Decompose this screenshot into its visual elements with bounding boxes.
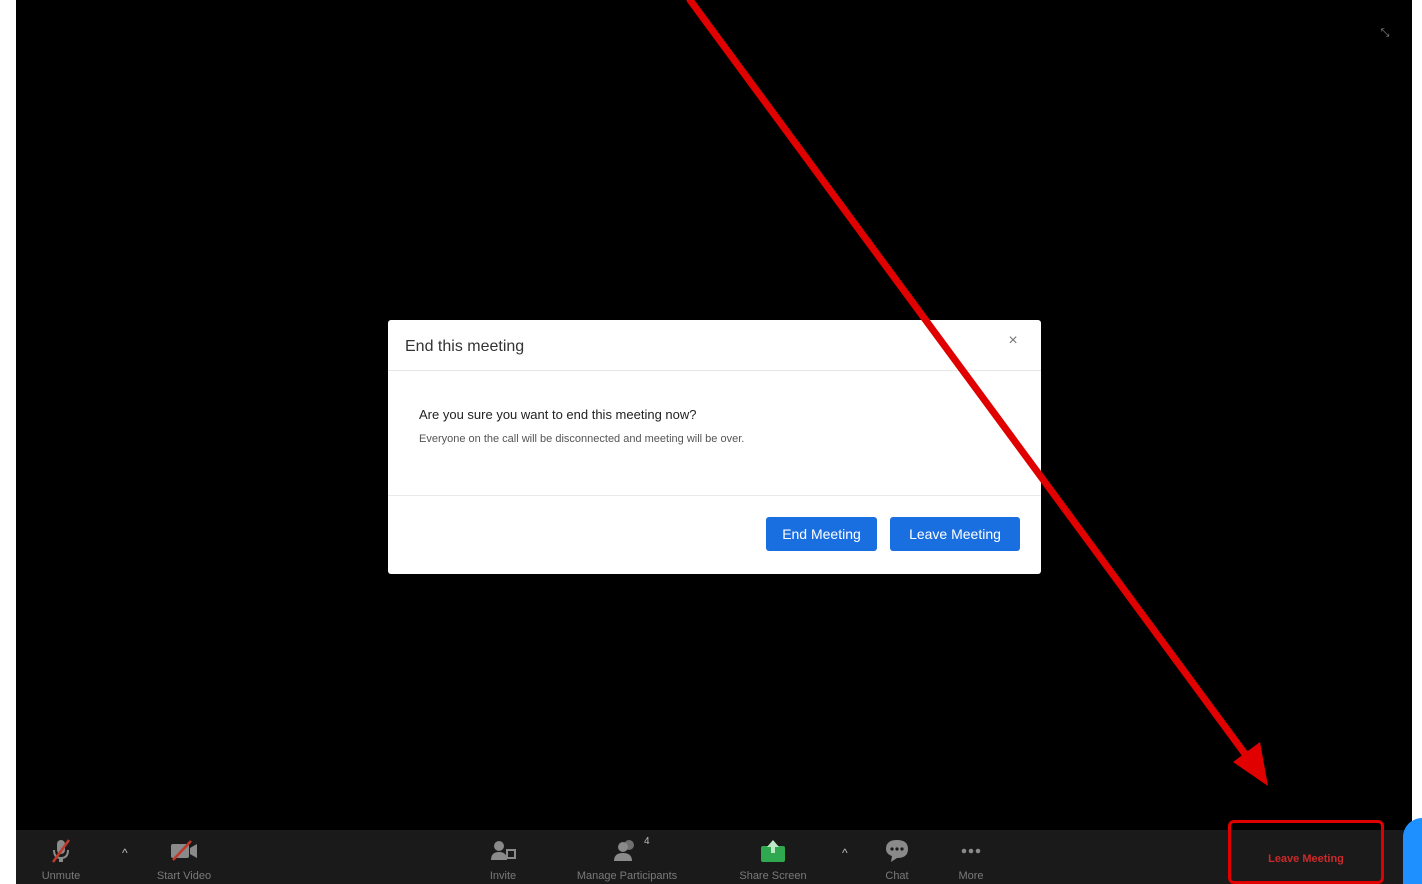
- dialog-title: End this meeting: [405, 338, 525, 355]
- microphone-muted-icon: [51, 839, 71, 863]
- unmute-label: Unmute: [41, 870, 81, 882]
- toolbar-leave-meeting-button[interactable]: Leave Meeting: [1228, 820, 1384, 884]
- dialog-header: End this meeting ×: [388, 320, 1041, 371]
- exit-fullscreen-icon[interactable]: ⤡: [1378, 26, 1392, 40]
- end-meeting-dialog: End this meeting × Are you sure you want…: [388, 320, 1041, 574]
- chat-icon: [886, 840, 908, 862]
- meeting-video-area: ⤡ End this meeting × Are you sure you wa…: [16, 0, 1412, 884]
- toolbar-leave-meeting-label: Leave Meeting: [1268, 853, 1344, 865]
- share-screen-button[interactable]: Share Screen: [728, 830, 818, 884]
- participants-label: Manage Participants: [576, 870, 678, 882]
- end-meeting-button[interactable]: End Meeting: [766, 517, 877, 551]
- video-off-icon: [171, 840, 197, 861]
- participants-count: 4: [644, 836, 650, 847]
- audio-options-caret[interactable]: ^: [122, 846, 128, 860]
- manage-participants-button[interactable]: 4 Manage Participants: [560, 830, 694, 884]
- meeting-toolbar: Unmute ^ Start Video Invite 4 Manage Par…: [16, 830, 1412, 884]
- invite-label: Invite: [489, 870, 517, 882]
- more-button[interactable]: More: [946, 830, 996, 884]
- share-screen-icon: [761, 840, 785, 862]
- unmute-button[interactable]: Unmute: [36, 830, 86, 884]
- more-icon: [961, 848, 981, 854]
- close-icon[interactable]: ×: [1005, 332, 1021, 350]
- chat-label: Chat: [885, 870, 909, 882]
- start-video-label: Start Video: [156, 870, 212, 882]
- start-video-button[interactable]: Start Video: [148, 830, 220, 884]
- share-options-caret[interactable]: ^: [842, 846, 848, 860]
- dialog-body: Are you sure you want to end this meetin…: [388, 371, 1041, 496]
- dialog-detail: Everyone on the call will be disconnecte…: [419, 433, 745, 445]
- more-label: More: [958, 870, 984, 882]
- dialog-footer: End Meeting Leave Meeting: [388, 496, 1041, 574]
- invite-button[interactable]: Invite: [478, 830, 528, 884]
- chat-button[interactable]: Chat: [872, 830, 922, 884]
- participants-icon: [614, 840, 634, 861]
- invite-icon: [491, 841, 516, 860]
- corner-accent: [1403, 818, 1422, 884]
- share-screen-label: Share Screen: [739, 870, 807, 882]
- dialog-question: Are you sure you want to end this meetin…: [419, 407, 697, 422]
- leave-meeting-button[interactable]: Leave Meeting: [890, 517, 1020, 551]
